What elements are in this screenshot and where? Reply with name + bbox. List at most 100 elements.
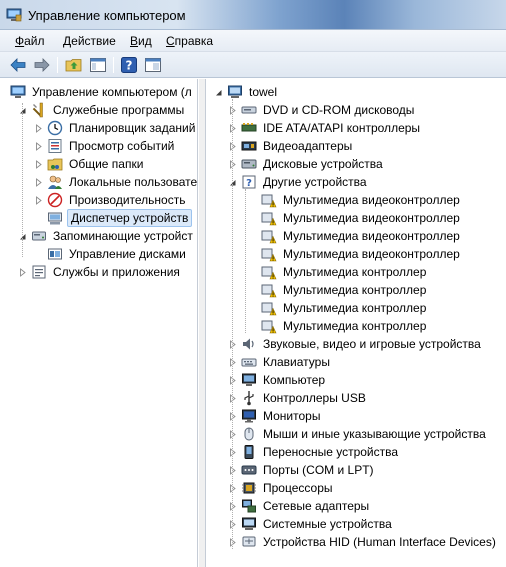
tree-root-computer-management[interactable]: Управление компьютером (л — [10, 83, 194, 101]
task-scheduler-icon — [47, 120, 63, 136]
tree-spacer — [248, 304, 257, 313]
device-category-row[interactable]: Мультимедиа видеоконтроллер — [248, 191, 462, 209]
device-label: Мультимедиа видеоконтроллер — [283, 229, 460, 243]
device-category-row[interactable]: Видеоадаптеры — [228, 137, 354, 155]
device-label: Системные устройства — [263, 517, 392, 531]
menu-help[interactable]: Справка — [166, 34, 213, 48]
keyboard-icon — [241, 358, 257, 367]
tree-item-label: Производительность — [69, 193, 186, 207]
tree-item[interactable]: Диспетчер устройств — [34, 209, 193, 227]
show-hide-tree-icon[interactable] — [89, 56, 107, 74]
collapse-arrow-icon[interactable] — [214, 88, 223, 97]
device-category-row[interactable]: Мультимедиа видеоконтроллер — [248, 245, 462, 263]
tree-spacer — [248, 232, 257, 241]
device-label: Контроллеры USB — [263, 391, 366, 405]
device-label: IDE ATA/ATAPI контроллеры — [263, 121, 421, 135]
up-folder-icon[interactable] — [65, 56, 83, 74]
computer-management-icon — [10, 85, 26, 98]
tree-item-label: Планировщик заданий — [69, 121, 196, 135]
tree-spacer — [248, 286, 257, 295]
console-tree-pane[interactable]: Управление компьютером (л Служебные прогр… — [0, 79, 198, 567]
tree-item[interactable]: Управление дисками — [34, 245, 188, 263]
device-label: Мультимедиа видеоконтроллер — [283, 247, 460, 261]
tree-item[interactable]: Общие папки — [34, 155, 145, 173]
menu-file[interactable]: Файл — [15, 34, 45, 48]
tree-spacer — [34, 214, 43, 223]
device-category-row[interactable]: Мультимедиа контроллер — [248, 299, 428, 317]
device-category-row[interactable]: Мультимедиа видеоконтроллер — [248, 209, 462, 227]
device-category-row[interactable]: Мультимедиа контроллер — [248, 281, 428, 299]
device-label: Видеоадаптеры — [263, 139, 353, 153]
tree-item[interactable]: Производительность — [34, 191, 187, 209]
device-label: Мультимедиа контроллер — [283, 301, 427, 315]
pane-splitter[interactable] — [199, 79, 206, 567]
properties-icon[interactable] — [144, 56, 162, 74]
device-tree-root[interactable]: towel — [214, 83, 279, 101]
device-category-row[interactable]: Устройства HID (Human Interface Devices) — [228, 533, 498, 551]
tree-item-label: Управление компьютером (л — [32, 85, 192, 99]
tree-spacer — [248, 250, 257, 259]
device-category-row[interactable]: Мультимедиа контроллер — [248, 317, 428, 335]
expand-arrow-icon[interactable] — [34, 195, 43, 205]
device-category-row[interactable]: Контроллеры USB — [228, 389, 368, 407]
device-category-row[interactable]: Звуковые, видео и игровые устройства — [228, 335, 483, 353]
tree-item-label: Служебные программы — [53, 103, 185, 117]
svg-text:?: ? — [246, 178, 252, 189]
tree-item[interactable]: Запоминающие устройст — [18, 227, 195, 245]
expand-arrow-icon[interactable] — [18, 267, 27, 277]
menu-view[interactable]: Вид — [130, 34, 152, 48]
title-bar[interactable]: Управление компьютером — [0, 0, 506, 30]
tree-guide-line — [22, 103, 23, 257]
sound-device-icon — [243, 338, 254, 350]
device-label: Клавиатуры — [263, 355, 330, 369]
device-tree-pane[interactable]: towel DVD и CD-ROM дисководы IDE ATA/ATAPI… — [206, 79, 506, 567]
device-category-row[interactable]: Переносные устройства — [228, 443, 400, 461]
warning-device-icon — [261, 320, 277, 334]
device-category-row[interactable]: Сетевые адаптеры — [228, 497, 371, 515]
device-category-row[interactable]: Системные устройства — [228, 515, 394, 533]
tree-item[interactable]: Службы и приложения — [18, 263, 182, 281]
shared-folders-icon — [47, 158, 63, 171]
device-category-row[interactable]: Клавиатуры — [228, 353, 332, 371]
device-category-row[interactable]: DVD и CD-ROM дисководы — [228, 101, 416, 119]
tree-item[interactable]: Локальные пользовате — [34, 173, 197, 191]
device-category-row[interactable]: Процессоры — [228, 479, 335, 497]
event-viewer-icon — [48, 139, 62, 153]
mouse-icon — [244, 427, 254, 441]
menu-action[interactable]: Действие — [63, 34, 116, 48]
tree-spacer — [248, 214, 257, 223]
device-category-row[interactable]: Компьютер — [228, 371, 327, 389]
tree-item-label: Общие папки — [69, 157, 144, 171]
tree-spacer — [248, 196, 257, 205]
forward-arrow-icon[interactable] — [33, 56, 51, 74]
device-category-row[interactable]: Мультимедиа видеоконтроллер — [248, 227, 462, 245]
storage-icon — [32, 231, 46, 241]
device-category-row[interactable]: Мониторы — [228, 407, 322, 425]
help-icon[interactable]: ? — [120, 56, 138, 74]
device-category-row[interactable]: ? Другие устройства — [228, 173, 369, 191]
expand-arrow-icon[interactable] — [34, 123, 43, 133]
tree-item[interactable]: Служебные программы — [18, 101, 186, 119]
device-label: Процессоры — [263, 481, 333, 495]
expand-arrow-icon[interactable] — [34, 141, 43, 151]
device-category-row[interactable]: IDE ATA/ATAPI контроллеры — [228, 119, 422, 137]
toolbar-separator — [57, 57, 58, 73]
device-category-row[interactable]: Мыши и иные указывающие устройства — [228, 425, 488, 443]
back-arrow-icon[interactable] — [9, 56, 27, 74]
device-label: Переносные устройства — [263, 445, 399, 459]
device-category-row[interactable]: Мультимедиа контроллер — [248, 263, 428, 281]
disk-drive-icon — [241, 159, 257, 169]
expand-arrow-icon[interactable] — [34, 177, 43, 187]
device-category-row[interactable]: Дисковые устройства — [228, 155, 385, 173]
computer-icon — [242, 373, 256, 386]
computer-management-icon — [6, 8, 22, 22]
processor-icon — [242, 482, 256, 494]
device-category-row[interactable]: Порты (COM и LPT) — [228, 461, 376, 479]
toolbar: ? — [0, 52, 506, 78]
expand-arrow-icon[interactable] — [34, 159, 43, 169]
tree-item-label: Диспетчер устройств — [67, 209, 193, 227]
tree-item[interactable]: Просмотр событий — [34, 137, 176, 155]
tree-item[interactable]: Планировщик заданий — [34, 119, 197, 137]
tree-item-label: Службы и приложения — [53, 265, 180, 279]
device-label: Мультимедиа видеоконтроллер — [283, 211, 460, 225]
